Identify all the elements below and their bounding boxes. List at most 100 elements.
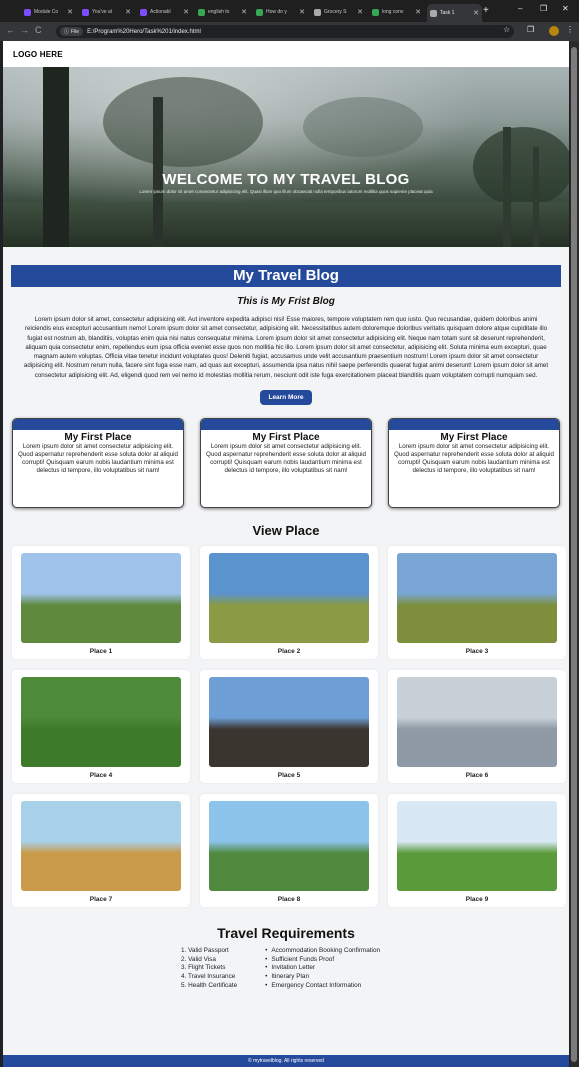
- hero-title: WELCOME TO MY TRAVEL BLOG: [162, 171, 410, 188]
- tab-favicon-icon: [82, 8, 89, 16]
- hero-subtitle: Lorem ipsum dolor sit amet consectetur a…: [139, 189, 433, 194]
- back-icon[interactable]: ←: [6, 25, 15, 35]
- hero-ground: [3, 202, 569, 247]
- place-photo[interactable]: [209, 801, 369, 892]
- tab-close-icon[interactable]: ✕: [357, 8, 363, 16]
- place-photo[interactable]: [397, 677, 557, 768]
- browser-tab[interactable]: Task 1 ✕: [427, 4, 482, 22]
- tab-title: long conv: [382, 9, 404, 15]
- browser-tab[interactable]: english to ✕: [195, 4, 250, 20]
- card-text: Lorem ipsum dolor sit amet consectetur a…: [206, 443, 366, 475]
- browser-tab[interactable]: Grocery S ✕: [311, 4, 366, 20]
- place-card[interactable]: Place 3: [388, 546, 566, 660]
- extensions-icon[interactable]: ❐: [527, 25, 534, 34]
- site-info-chip[interactable]: ⓘ File: [60, 27, 84, 36]
- requirement-item: 4. Travel Insurance: [181, 973, 236, 981]
- place-card[interactable]: Place 6: [388, 670, 566, 784]
- scrollbar-thumb[interactable]: [571, 47, 577, 1062]
- tab-title: Actionabl: [150, 9, 171, 15]
- new-tab-button[interactable]: +: [483, 5, 489, 16]
- browser-tab[interactable]: Actionabl ✕: [137, 4, 192, 20]
- tab-title: You've al: [92, 9, 112, 15]
- tab-favicon-icon: [24, 8, 31, 16]
- requirement-item: Invitation Letter: [265, 964, 380, 973]
- main-content: My Travel Blog This is My Frist Blog Lor…: [3, 265, 569, 991]
- place-photo[interactable]: [21, 801, 181, 892]
- hero-tree: [43, 67, 69, 247]
- browser-tab[interactable]: long conv ✕: [369, 4, 424, 20]
- profile-avatar[interactable]: [549, 26, 559, 36]
- hero-banner: WELCOME TO MY TRAVEL BLOG Lorem ipsum do…: [3, 67, 569, 247]
- place-card[interactable]: Place 4: [12, 670, 190, 784]
- url-text[interactable]: E:/Program%20Hero/Task%201/index.html: [87, 29, 201, 35]
- place-card: My First Place Lorem ipsum dolor sit ame…: [12, 418, 184, 509]
- site-info-label: File: [71, 28, 80, 35]
- browser-menu-icon[interactable]: ⋮: [566, 25, 574, 34]
- reload-icon[interactable]: C: [35, 25, 42, 35]
- supporting-documents-list: Accommodation Booking ConfirmationSuffic…: [265, 947, 380, 991]
- tab-favicon-icon: [430, 9, 437, 17]
- tab-close-icon[interactable]: ✕: [299, 8, 305, 16]
- place-label: Place 7: [89, 896, 113, 904]
- place-card[interactable]: Place 7: [12, 794, 190, 908]
- place-label: Place 2: [277, 648, 301, 656]
- forward-icon[interactable]: →: [20, 25, 29, 35]
- info-icon: ⓘ: [64, 29, 70, 35]
- place-label: Place 5: [277, 772, 301, 780]
- place-card[interactable]: Place 1: [12, 546, 190, 660]
- place-photo[interactable]: [397, 553, 557, 644]
- browser-tab[interactable]: Module Co ✕: [21, 4, 76, 20]
- browser-tab[interactable]: How do y ✕: [253, 4, 308, 20]
- restore-icon[interactable]: ❐: [540, 4, 547, 13]
- tab-title: Grocery S: [324, 9, 347, 15]
- tab-close-icon[interactable]: ✕: [415, 8, 421, 16]
- requirement-item: 3. Flight Tickets: [181, 964, 226, 972]
- site-logo[interactable]: LOGO HERE: [13, 50, 63, 59]
- place-photo[interactable]: [21, 677, 181, 768]
- window-close-icon[interactable]: ✕: [562, 4, 569, 13]
- hero-foliage: [303, 97, 423, 157]
- tab-title: Module Co: [34, 9, 59, 15]
- place-card[interactable]: Place 2: [200, 546, 378, 660]
- site-header: LOGO HERE: [3, 41, 569, 67]
- learn-more-button[interactable]: Learn More: [260, 390, 312, 406]
- place-card[interactable]: Place 8: [200, 794, 378, 908]
- place-cards: My First Place Lorem ipsum dolor sit ame…: [11, 418, 561, 509]
- place-photo[interactable]: [397, 801, 557, 892]
- card-accent-bar: [13, 419, 183, 431]
- hero-foliage: [103, 77, 263, 167]
- tab-favicon-icon: [372, 8, 379, 16]
- place-card[interactable]: Place 9: [388, 794, 566, 908]
- tab-title: english to: [208, 9, 230, 15]
- place-label: Place 3: [465, 648, 489, 656]
- browser-tab[interactable]: You've al ✕: [79, 4, 134, 20]
- place-photo[interactable]: [209, 677, 369, 768]
- tab-title: Task 1: [440, 10, 455, 16]
- blog-heading: My Travel Blog: [11, 265, 561, 287]
- requirement-item: Emergency Contact Information: [265, 982, 380, 991]
- tab-close-icon[interactable]: ✕: [125, 8, 131, 16]
- tab-close-icon[interactable]: ✕: [183, 8, 189, 16]
- requirement-item: 5. Health Certificate: [181, 981, 238, 989]
- tab-favicon-icon: [256, 8, 263, 16]
- card-accent-bar: [389, 419, 559, 431]
- tab-close-icon[interactable]: ✕: [67, 8, 73, 16]
- page-scrollbar[interactable]: [570, 41, 579, 1067]
- card-accent-bar: [201, 419, 371, 431]
- address-bar[interactable]: ⓘ File E:/Program%20Hero/Task%201/index.…: [56, 25, 514, 38]
- bookmark-star-icon[interactable]: ☆: [503, 25, 510, 34]
- requirement-item: Sufficient Funds Proof: [265, 956, 380, 965]
- place-card: My First Place Lorem ipsum dolor sit ame…: [200, 418, 372, 509]
- tab-close-icon[interactable]: ✕: [473, 9, 479, 17]
- place-card: My First Place Lorem ipsum dolor sit ame…: [388, 418, 560, 509]
- minimize-icon[interactable]: –: [518, 4, 522, 13]
- place-photo[interactable]: [21, 553, 181, 644]
- tab-close-icon[interactable]: ✕: [241, 8, 247, 16]
- hero-tree: [533, 147, 539, 247]
- site-footer: © mytravelblog. All rights reserved: [3, 1055, 569, 1067]
- place-photo[interactable]: [209, 553, 369, 644]
- required-documents-list: 1. Valid Passport 2. Valid Visa 3. Flight …: [181, 947, 237, 991]
- place-label: Place 6: [465, 772, 489, 780]
- tab-title: How do y: [266, 9, 287, 15]
- place-card[interactable]: Place 5: [200, 670, 378, 784]
